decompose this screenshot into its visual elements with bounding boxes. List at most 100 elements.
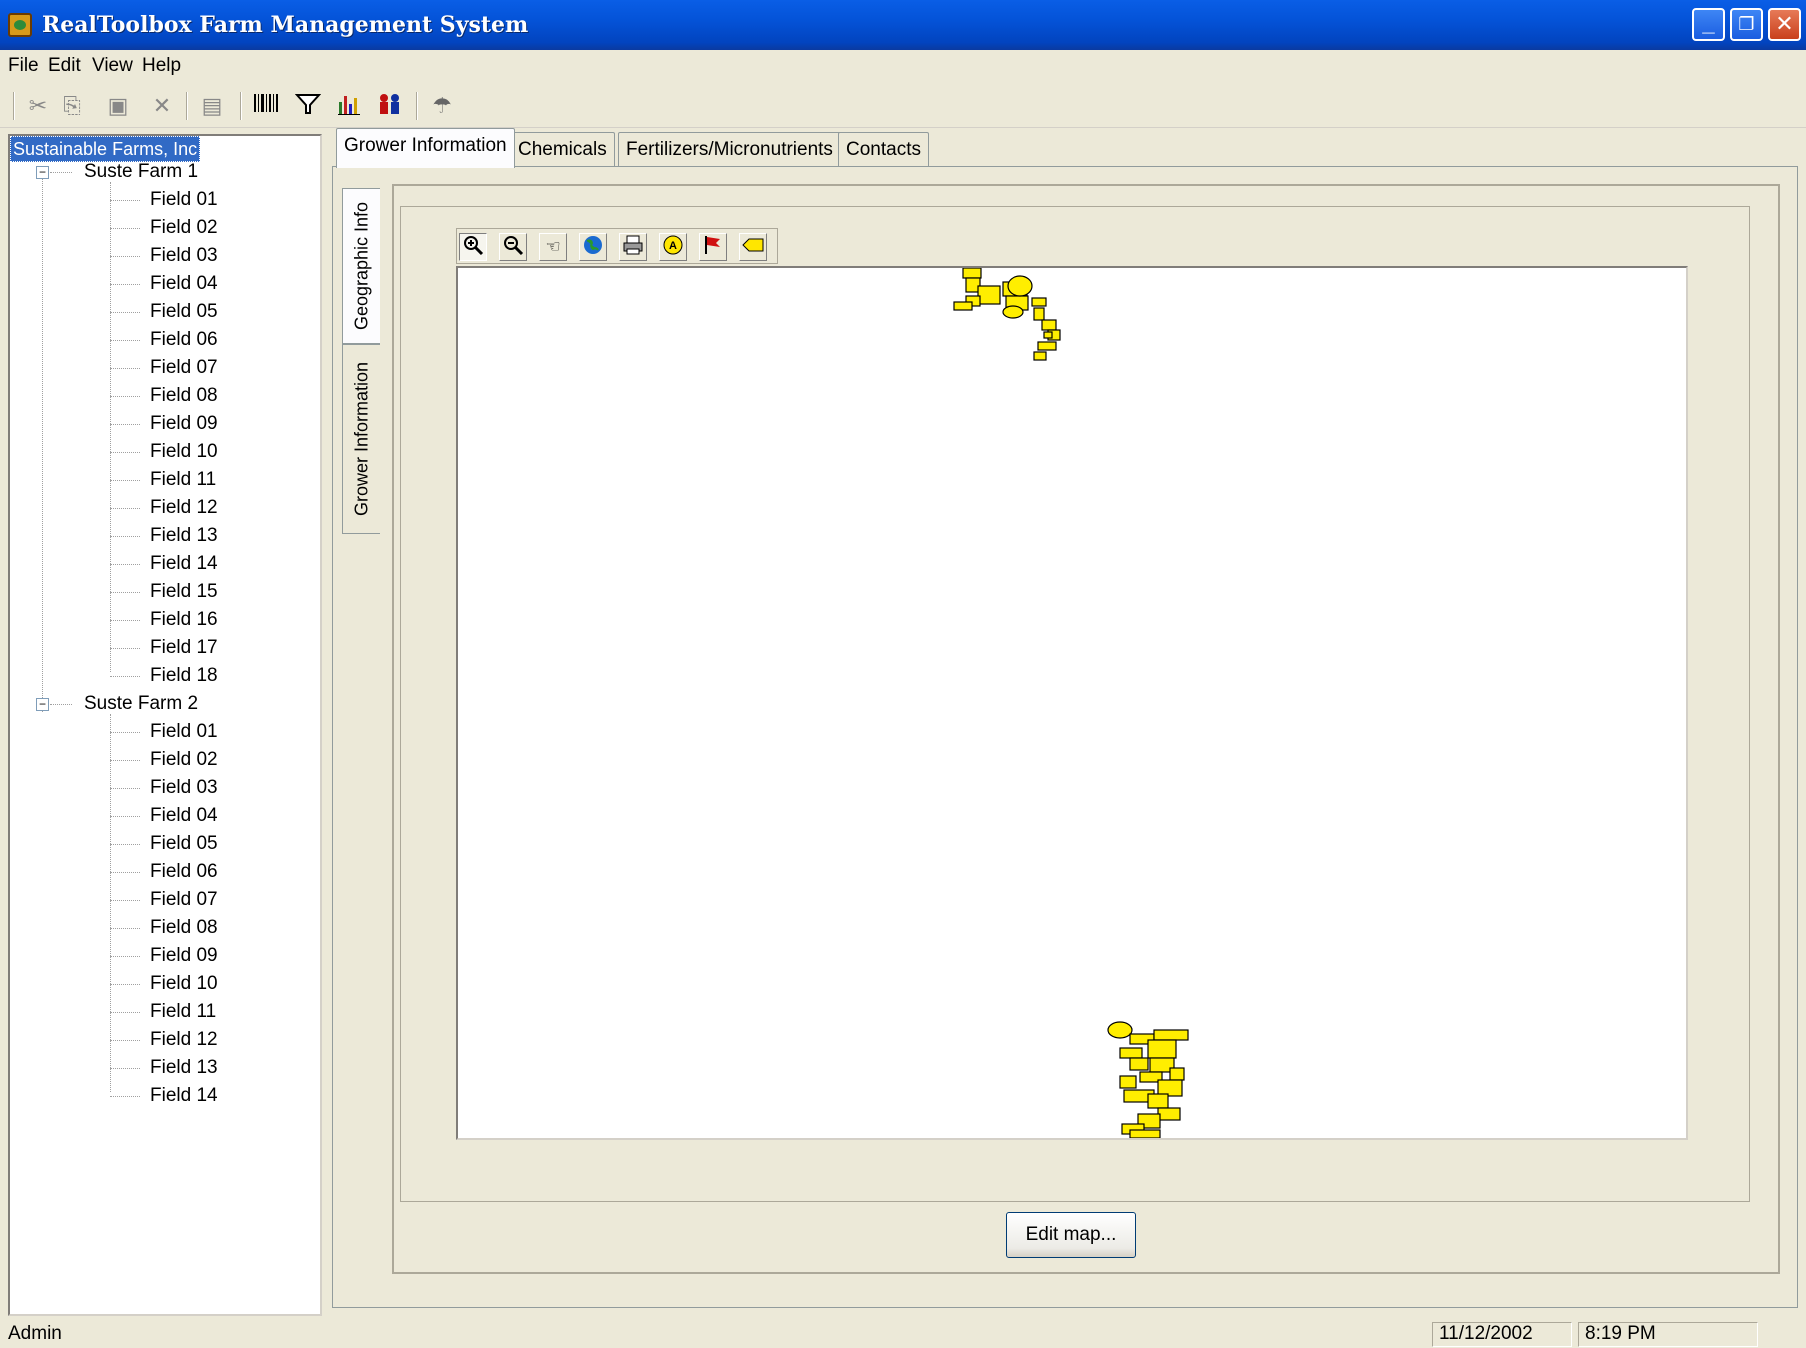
tree-connector (110, 200, 140, 201)
tree-connector (110, 928, 140, 929)
field-map[interactable] (458, 267, 1686, 1139)
tree-field-node[interactable]: Field 14 (150, 552, 218, 576)
tree-field-node[interactable]: Field 05 (150, 300, 218, 324)
tree-connector (110, 256, 140, 257)
tree-root-node[interactable]: Sustainable Farms, Inc (10, 136, 201, 162)
menu-view[interactable]: View (92, 55, 133, 77)
minimize-button[interactable]: _ (1692, 8, 1725, 41)
field-polygon[interactable] (1037, 341, 1057, 351)
tree-farm-node[interactable]: Suste Farm 1 (84, 160, 198, 184)
field-polygon[interactable] (977, 285, 1001, 305)
delete-icon[interactable]: ✕ (148, 92, 176, 120)
print-icon[interactable] (619, 233, 647, 261)
field-polygon[interactable] (1147, 1039, 1177, 1059)
tree-field-node[interactable]: Field 02 (150, 748, 218, 772)
app-icon[interactable] (8, 13, 32, 37)
tree-field-node[interactable]: Field 10 (150, 440, 218, 464)
tree-field-node[interactable]: Field 07 (150, 356, 218, 380)
menu-file[interactable]: File (8, 55, 39, 77)
field-polygon[interactable] (1031, 297, 1047, 307)
field-polygon[interactable] (1129, 1129, 1161, 1139)
tree-field-node[interactable]: Field 09 (150, 944, 218, 968)
copy-icon[interactable]: ⎘ (58, 92, 86, 120)
tree-farm-node[interactable]: Suste Farm 2 (84, 692, 198, 716)
filter-icon[interactable] (294, 92, 322, 120)
tree-field-node[interactable]: Field 07 (150, 888, 218, 912)
field-polygon[interactable] (962, 267, 982, 279)
close-button[interactable]: ✕ (1768, 8, 1801, 41)
tree-field-node[interactable]: Field 05 (150, 832, 218, 856)
tree-field-node[interactable]: Field 03 (150, 776, 218, 800)
field-polygon[interactable] (1119, 1075, 1137, 1089)
tree-field-node[interactable]: Field 08 (150, 384, 218, 408)
field-polygon[interactable] (1119, 1047, 1143, 1059)
title-bar[interactable]: RealToolbox Farm Management System _ ❐ ✕ (0, 0, 1806, 50)
tree-field-node[interactable]: Field 15 (150, 580, 218, 604)
tree-field-node[interactable]: Field 12 (150, 496, 218, 520)
tree-field-node[interactable]: Field 13 (150, 524, 218, 548)
field-polygon[interactable] (1041, 319, 1057, 331)
tree-field-node[interactable]: Field 13 (150, 1056, 218, 1080)
label-icon[interactable]: A (659, 233, 687, 261)
field-polygon[interactable] (1033, 307, 1045, 321)
tab-fertilizers[interactable]: Fertilizers/Micronutrients (618, 132, 841, 168)
tree-field-node[interactable]: Field 04 (150, 804, 218, 828)
toolbar-separator (13, 92, 15, 120)
tab-chemicals[interactable]: Chemicals (510, 132, 615, 168)
tree-field-node[interactable]: Field 14 (150, 1084, 218, 1108)
globe-icon[interactable] (579, 233, 607, 261)
tree-field-node[interactable]: Field 12 (150, 1028, 218, 1052)
tree-field-node[interactable]: Field 10 (150, 972, 218, 996)
field-polygon[interactable] (1033, 351, 1047, 361)
tab-contacts[interactable]: Contacts (838, 132, 929, 168)
field-polygon[interactable] (1129, 1057, 1149, 1071)
pan-hand-icon[interactable]: ☜ (539, 233, 567, 261)
paste-icon[interactable]: ▣ (104, 92, 132, 120)
tree-field-node[interactable]: Field 04 (150, 272, 218, 296)
field-polygon[interactable] (1043, 331, 1053, 339)
tree-field-node[interactable]: Field 18 (150, 664, 218, 688)
properties-icon[interactable]: ▤ (198, 92, 226, 120)
field-polygon[interactable] (1107, 1021, 1133, 1039)
vtab-grower-information[interactable]: Grower Information (342, 344, 380, 534)
field-polygon[interactable] (1169, 1067, 1185, 1081)
tree-field-node[interactable]: Field 03 (150, 244, 218, 268)
tree-connector (110, 312, 140, 313)
tree-field-node[interactable]: Field 16 (150, 608, 218, 632)
field-polygon[interactable] (1147, 1093, 1169, 1109)
tree-field-node[interactable]: Field 06 (150, 860, 218, 884)
field-polygon[interactable] (1007, 275, 1033, 297)
cut-icon[interactable]: ✂ (24, 92, 52, 120)
tree-field-node[interactable]: Field 01 (150, 188, 218, 212)
tree-expander-icon[interactable]: − (36, 698, 49, 711)
zoom-in-icon[interactable] (459, 233, 487, 261)
vtab-geographic-info[interactable]: Geographic Info (342, 188, 380, 344)
chart-icon[interactable] (336, 92, 364, 120)
tree-field-node[interactable]: Field 09 (150, 412, 218, 436)
field-polygon[interactable] (1157, 1107, 1181, 1121)
map-canvas[interactable] (456, 266, 1688, 1140)
menu-help[interactable]: Help (142, 55, 181, 77)
tree-field-node[interactable]: Field 11 (150, 468, 216, 492)
menu-edit[interactable]: Edit (48, 55, 81, 77)
tree-field-node[interactable]: Field 11 (150, 1000, 216, 1024)
tree-field-node[interactable]: Field 01 (150, 720, 218, 744)
tree-field-node[interactable]: Field 17 (150, 636, 218, 660)
barcode-icon[interactable] (252, 92, 280, 120)
tree-expander-icon[interactable]: − (36, 166, 49, 179)
people-icon[interactable] (376, 92, 404, 120)
tree-field-node[interactable]: Field 06 (150, 328, 218, 352)
zoom-out-icon[interactable] (499, 233, 527, 261)
weather-icon[interactable]: ☂ (428, 92, 456, 120)
tree-field-node[interactable]: Field 08 (150, 916, 218, 940)
field-polygon[interactable] (1153, 1029, 1189, 1041)
flag-icon[interactable] (699, 233, 727, 261)
edit-map-button[interactable]: Edit map... (1006, 1212, 1136, 1258)
tag-icon[interactable] (739, 233, 767, 261)
field-polygon[interactable] (953, 301, 973, 311)
tab-grower-information[interactable]: Grower Information (336, 128, 515, 168)
farm-tree[interactable]: Sustainable Farms, Inc − Suste Farm 1 Fiel… (8, 134, 322, 1316)
field-polygon[interactable] (1002, 305, 1024, 319)
maximize-button[interactable]: ❐ (1730, 8, 1763, 41)
tree-field-node[interactable]: Field 02 (150, 216, 218, 240)
